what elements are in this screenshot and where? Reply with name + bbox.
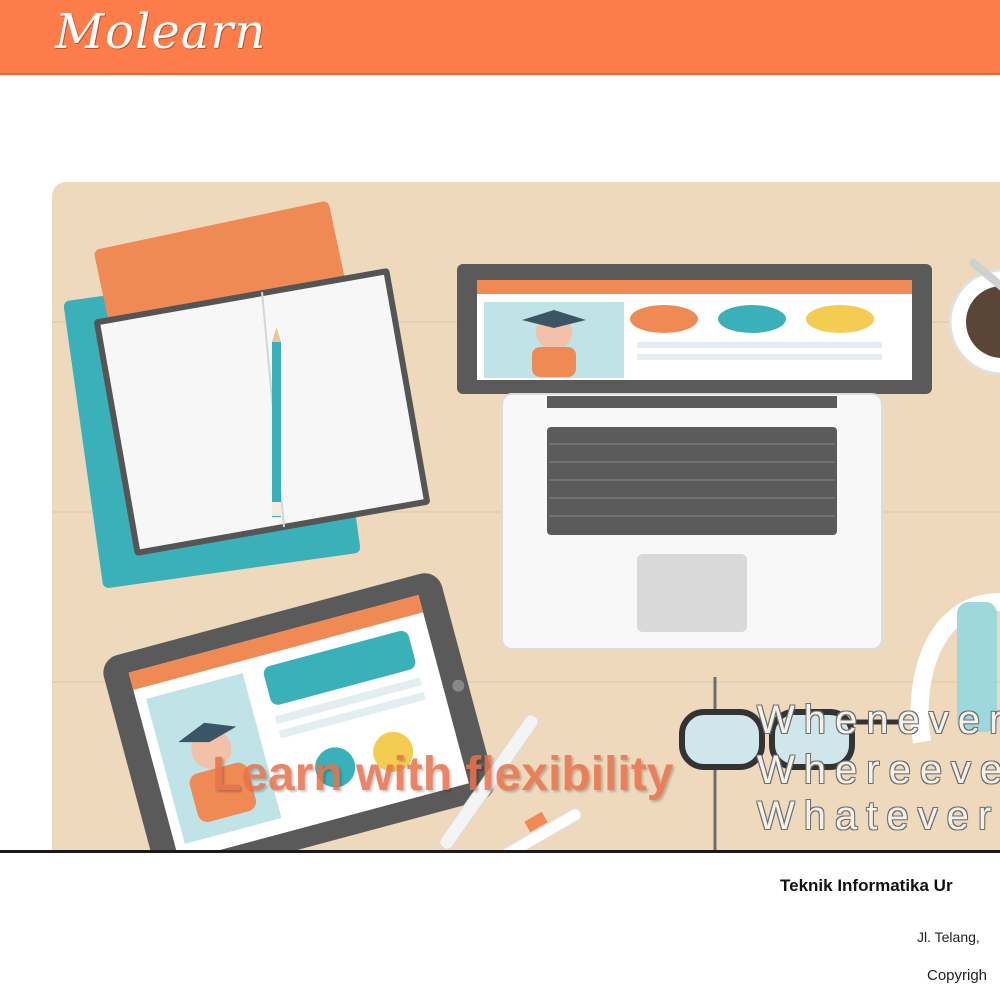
molearn-logo[interactable]: Molearn (55, 4, 266, 60)
hero-banner: Learn with flexibility Whenever Whereeve… (52, 182, 1000, 850)
tagline-whenever: Whenever (757, 698, 1000, 742)
tagline-whereever: Whereever (757, 748, 1000, 792)
footer-divider (0, 850, 1000, 853)
pencil-icon (272, 327, 281, 517)
footer-address: Jl. Telang, (917, 929, 980, 945)
tagline-whatever: Whatever (757, 794, 1000, 838)
site-header: Molearn (0, 0, 1000, 75)
tablet-icon (103, 573, 495, 850)
footer-copyright: Copyrigh (927, 967, 988, 984)
hero-slogan: Learn with flexibility (212, 748, 674, 801)
coffee-cup-icon (948, 258, 1000, 376)
notebook-icon (63, 201, 430, 588)
laptop-icon (457, 264, 932, 650)
footer-title: Teknik Informatika Ur (780, 876, 953, 895)
